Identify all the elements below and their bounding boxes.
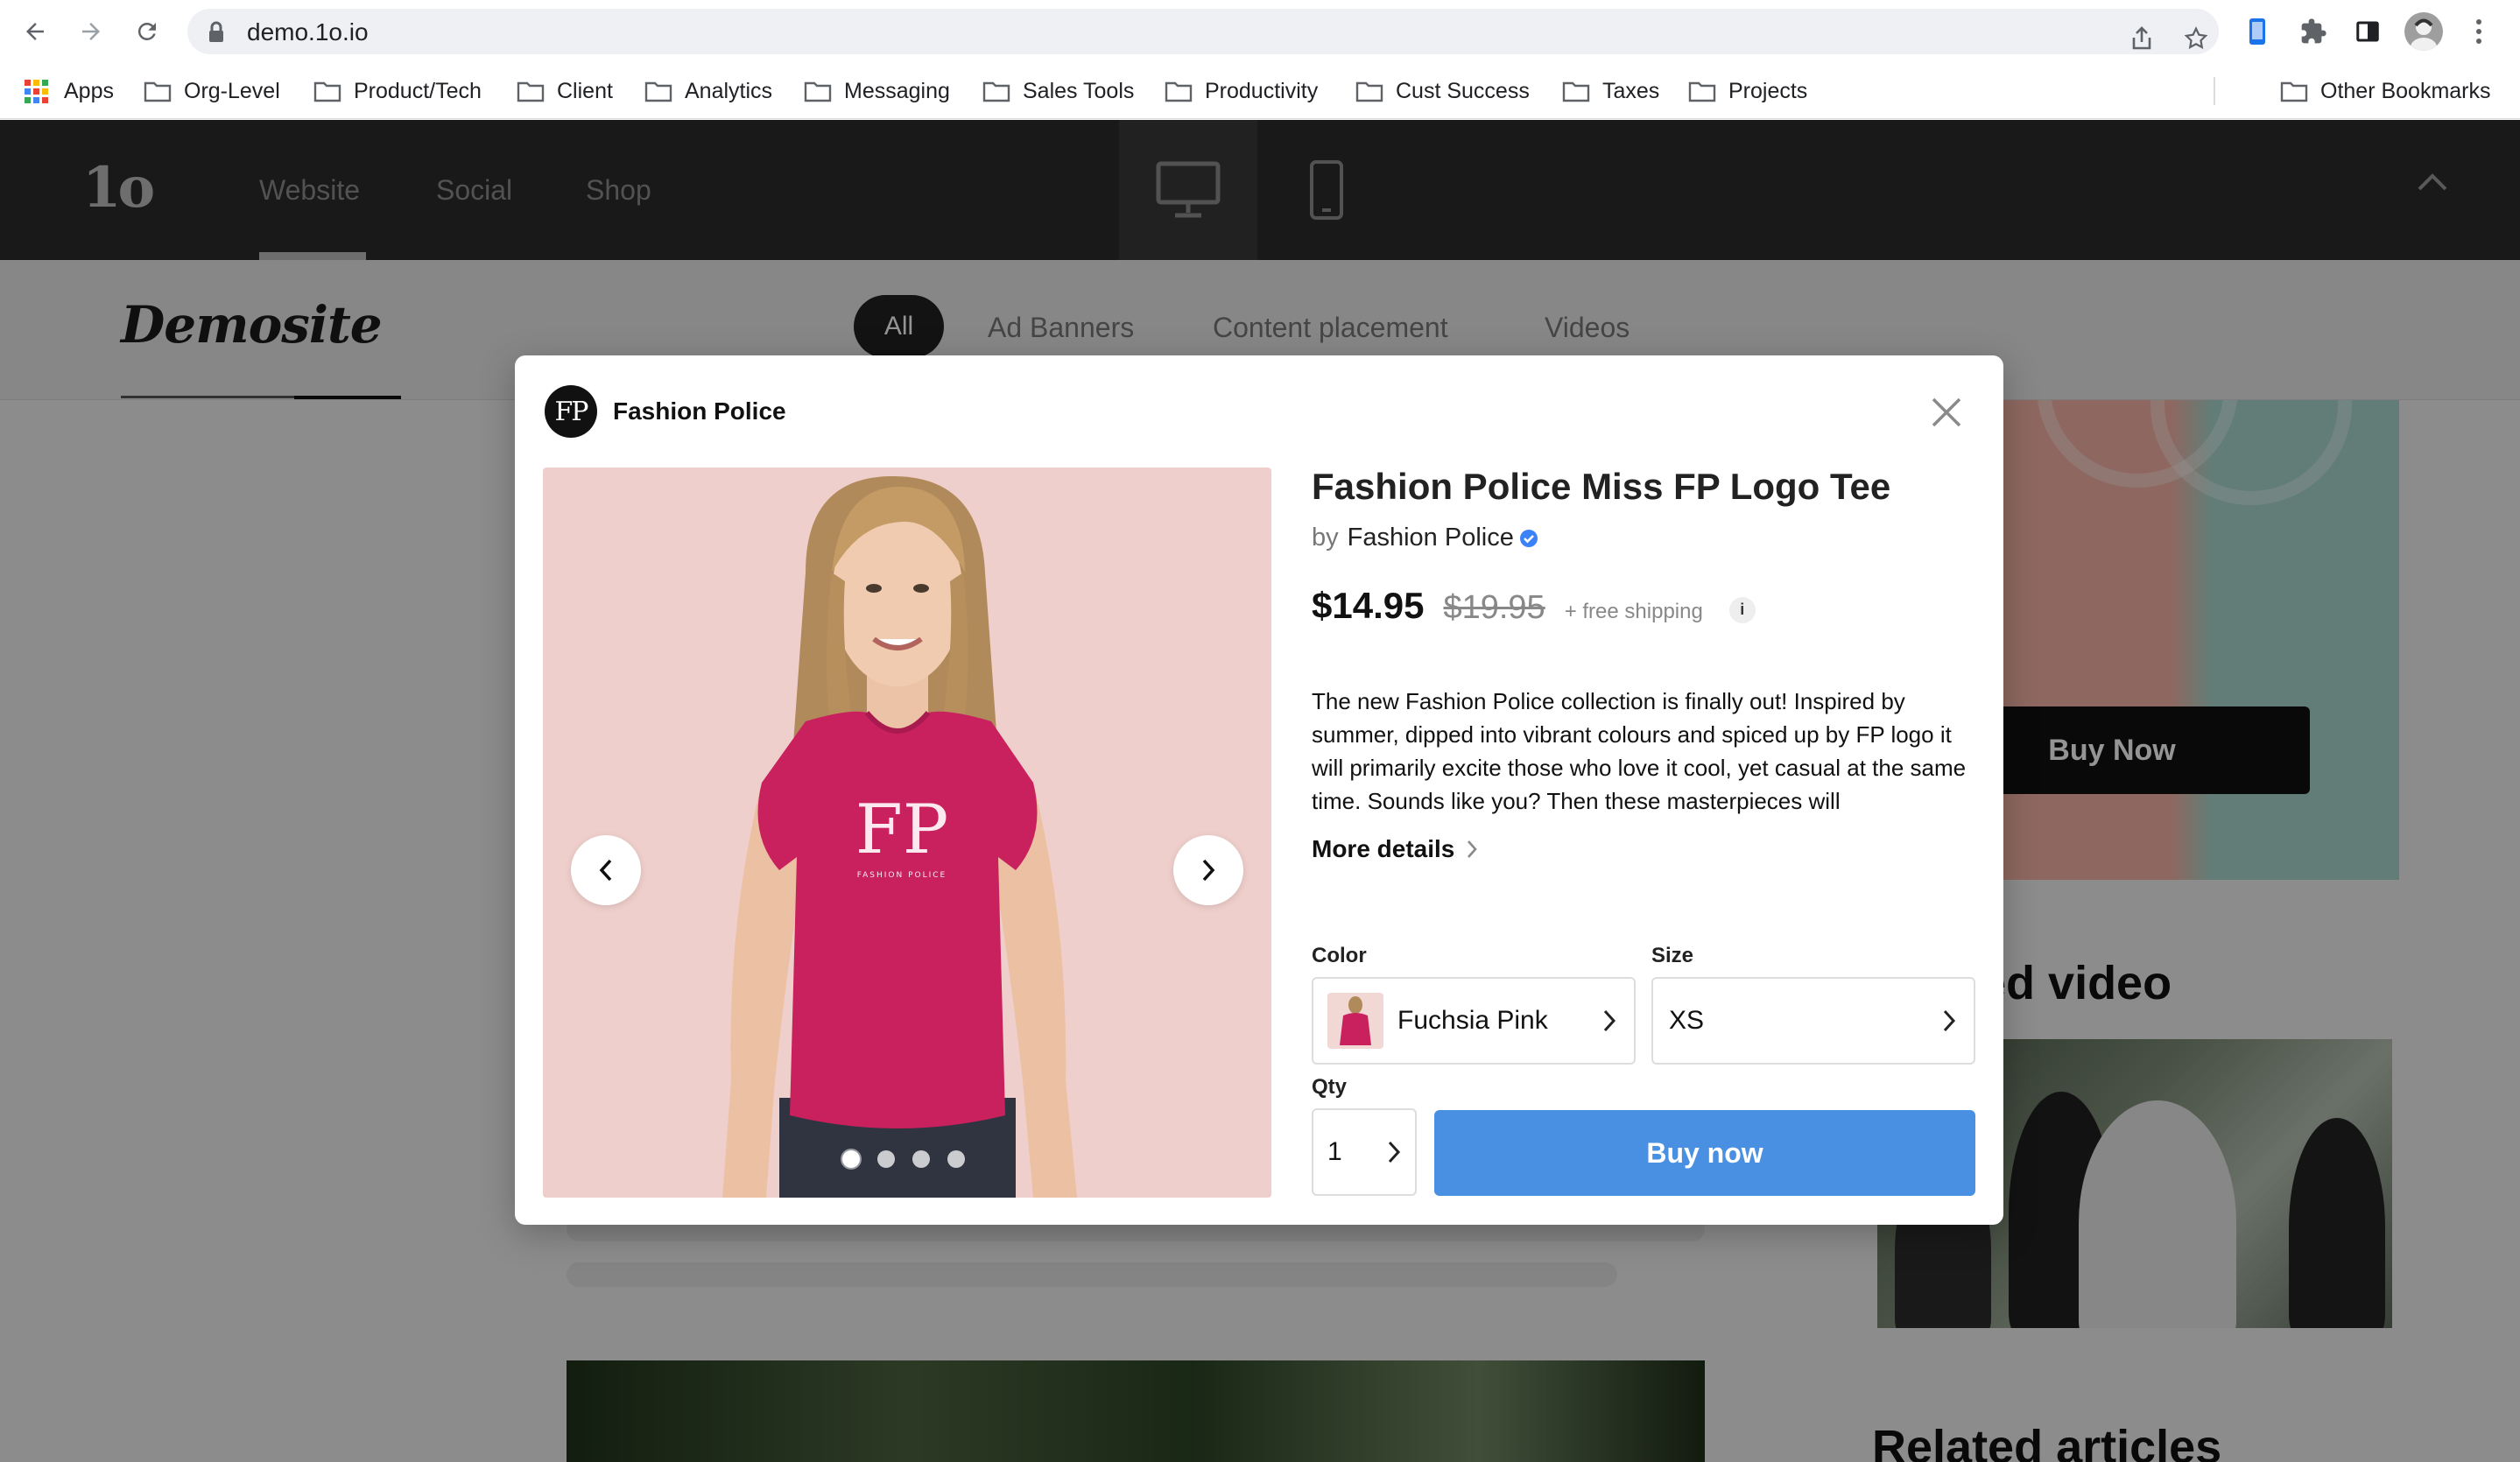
gallery-dot[interactable] (842, 1150, 860, 1168)
folder-icon (2280, 81, 2308, 102)
reload-icon (137, 22, 156, 40)
bookmark-folder-product-tech[interactable]: Product/Tech (313, 74, 482, 109)
folder-icon (982, 81, 1010, 102)
original-price: $19.95 (1443, 589, 1545, 626)
color-label: Color (1312, 944, 1367, 967)
chevron-right-icon (1388, 1141, 1401, 1163)
quantity-stepper[interactable]: 1 (1312, 1108, 1417, 1196)
color-select[interactable]: Fuchsia Pink (1312, 977, 1636, 1065)
gallery-pagination (842, 1150, 965, 1168)
chevron-right-icon (1943, 1009, 1956, 1032)
bookmark-folder-taxes[interactable]: Taxes (1562, 74, 1659, 109)
bookmark-folder-messaging[interactable]: Messaging (804, 74, 950, 109)
folder-icon (1688, 81, 1716, 102)
forward-arrow-icon (82, 23, 100, 40)
product-photo: FP FASHION POLICE (722, 476, 1077, 1198)
bookmark-folder-projects[interactable]: Projects (1688, 74, 1807, 109)
product-brand-line: by Fashion Police (1312, 524, 1538, 552)
color-value: Fuchsia Pink (1397, 1006, 1548, 1035)
size-label: Size (1651, 944, 1694, 967)
product-title: Fashion Police Miss FP Logo Tee (1312, 466, 1891, 507)
bookmark-folder-analytics[interactable]: Analytics (644, 74, 772, 109)
reload-button[interactable] (128, 12, 166, 51)
close-button[interactable] (1926, 392, 1967, 432)
chevron-right-icon (1202, 859, 1215, 882)
bookmark-folder-client[interactable]: Client (517, 74, 613, 109)
browser-toolbar: demo.1o.io (0, 0, 2520, 63)
back-arrow-icon (26, 23, 44, 40)
bookmark-folder-org-level[interactable]: Org-Level (144, 74, 280, 109)
profile-avatar[interactable] (2404, 12, 2443, 51)
url-text: demo.1o.io (247, 18, 369, 46)
folder-icon (804, 81, 832, 102)
side-panel-icon[interactable] (2348, 12, 2387, 51)
folder-icon (1355, 81, 1383, 102)
info-icon[interactable]: i (1728, 596, 1756, 623)
bookmark-folder-cust-success[interactable]: Cust Success (1355, 74, 1530, 109)
price-row: $14.95 $19.95 + free shipping i (1312, 585, 1756, 627)
share-icon[interactable] (2124, 21, 2159, 56)
apps-grid-icon (25, 79, 48, 103)
shirt-logo-subtext: FASHION POLICE (857, 871, 947, 880)
brand-name: Fashion Police (613, 397, 786, 425)
qty-label: Qty (1312, 1075, 1348, 1099)
shirt-logo-text: FP (855, 791, 949, 869)
extension-app-icon[interactable] (2238, 12, 2277, 51)
shipping-note: + free shipping (1564, 600, 1703, 623)
gallery-prev-button[interactable] (571, 835, 641, 905)
product-brand-link[interactable]: Fashion Police (1348, 524, 1514, 552)
lock-icon (209, 21, 223, 42)
size-value: XS (1669, 1006, 1705, 1035)
bookmarks-bar: Apps Org-Level Product/Tech Client Analy… (0, 63, 2520, 119)
folder-icon (517, 81, 545, 102)
brand-logo: FP (545, 385, 597, 438)
bookmark-other-bookmarks[interactable]: Other Bookmarks (2280, 74, 2491, 109)
chevron-right-icon (1468, 840, 1478, 858)
size-select[interactable]: XS (1651, 977, 1975, 1065)
forward-button[interactable] (72, 12, 110, 51)
folder-icon (313, 81, 341, 102)
by-label: by (1312, 524, 1339, 552)
bookmark-folder-productivity[interactable]: Productivity (1165, 74, 1318, 109)
product-description: The new Fashion Police collection is fin… (1312, 688, 1967, 814)
bookmark-apps[interactable]: Apps (25, 74, 114, 109)
browser-menu-icon[interactable] (2466, 12, 2492, 51)
color-swatch-thumbnail (1327, 993, 1383, 1049)
folder-icon (644, 81, 672, 102)
extensions-puzzle-icon[interactable] (2294, 12, 2333, 51)
qty-value: 1 (1327, 1137, 1342, 1166)
current-price: $14.95 (1312, 585, 1425, 626)
gallery-dot[interactable] (947, 1150, 965, 1168)
bookmark-folder-sales-tools[interactable]: Sales Tools (982, 74, 1134, 109)
verified-badge-icon (1519, 529, 1538, 547)
chevron-left-icon (599, 859, 612, 882)
gallery-next-button[interactable] (1173, 835, 1243, 905)
bookmark-star-icon[interactable] (2179, 21, 2214, 56)
product-image-gallery: FP FASHION POLICE (543, 467, 1271, 1198)
folder-icon (1562, 81, 1590, 102)
more-details-link[interactable]: More details (1312, 835, 1478, 863)
buy-now-button[interactable]: Buy now (1434, 1110, 1975, 1196)
bookmarks-divider (2214, 77, 2215, 105)
chevron-right-icon (1603, 1009, 1616, 1032)
gallery-dot[interactable] (877, 1150, 895, 1168)
gallery-dot[interactable] (912, 1150, 930, 1168)
close-icon (1932, 397, 1961, 427)
folder-icon (144, 81, 172, 102)
address-bar[interactable]: demo.1o.io (187, 9, 2219, 54)
back-button[interactable] (16, 12, 54, 51)
product-modal: FP Fashion Police FP FASHION POLICE Fash… (515, 355, 2003, 1225)
folder-icon (1165, 81, 1193, 102)
